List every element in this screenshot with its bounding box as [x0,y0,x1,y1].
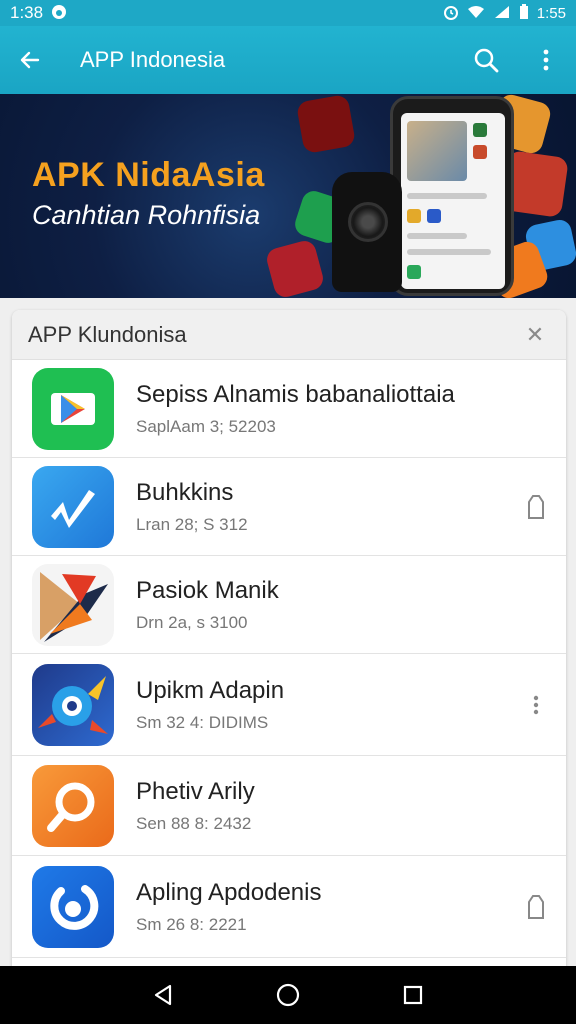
app-name: Sepiss Alnamis babanaliottaia [136,380,455,408]
close-icon[interactable]: ✕ [520,322,550,348]
more-vert-icon[interactable] [506,695,566,715]
banner-app-tile [295,94,357,155]
signal-icon [493,5,511,21]
back-arrow-icon[interactable] [0,26,60,94]
list-item[interactable]: Apling Apdodenis Sm 26 8: 2221 [12,856,566,958]
card-header: APP Klundonisa ✕ [12,310,566,360]
app-meta: Sm 32 4: DIDIMS [136,712,269,732]
app-list-card: APP Klundonisa ✕ Sepiss Alnamis babanali… [12,310,566,990]
list-item[interactable]: Pasiok Manik Drn 2a, s 3100 [12,556,566,654]
banner-phone [390,96,514,296]
app-name: Phetiv Arily [136,777,255,805]
banner-subtitle: Canhtian Rohnfisia [32,200,261,230]
game-icon [32,663,114,746]
app-bar: APP Indonesia [0,26,576,94]
app-name: Apling Apdodenis [136,878,322,906]
list-item[interactable]: Upikm Adapin Sm 32 4: DIDIMS [12,654,566,756]
app-meta: Lran 28; S 312 [136,514,248,534]
nav-back-icon[interactable] [143,975,183,1015]
search-logo-icon [32,764,114,847]
promo-banner[interactable]: APK NidaAsia Canhtian Rohnfisia [0,94,576,298]
banner-app-tile [264,238,326,298]
app-bar-title: APP Indonesia [80,47,226,72]
battery-icon [519,4,529,22]
app-meta: Sen 88 8: 2432 [136,813,252,833]
alarm-icon [443,4,459,22]
list-item[interactable]: Buhkkins Lran 28; S 312 [12,458,566,556]
wifi-icon [467,5,485,21]
list-item[interactable]: Sepiss Alnamis babanaliottaia SaplAam 3;… [12,360,566,458]
card-title: APP Klundonisa [28,321,187,347]
app-meta: Drn 2a, s 3100 [136,612,248,632]
app-name: Pasiok Manik [136,576,279,604]
arrow-logo-icon [32,563,114,646]
app-list: Sepiss Alnamis babanaliottaia SaplAam 3;… [12,360,566,990]
app-name: Upikm Adapin [136,676,285,704]
banner-title: APK NidaAsia [32,156,265,194]
list-item[interactable]: Phetiv Arily Sen 88 8: 2432 [12,756,566,856]
system-nav-bar [0,966,576,1024]
ring-logo-icon [32,865,114,948]
bookmark-icon[interactable] [506,894,566,920]
bookmark-icon[interactable] [506,494,566,520]
status-bar: 1:38 1:55 [0,0,576,26]
music-note-icon [32,465,114,548]
play-store-icon [32,367,114,450]
banner-camera [332,172,402,292]
status-clock: 1:55 [536,4,566,22]
nav-home-icon[interactable] [268,975,308,1015]
more-vert-icon[interactable] [516,26,576,94]
notification-icon [51,4,67,22]
app-meta: SaplAam 3; 52203 [136,416,276,436]
status-time: 1:38 [10,3,44,22]
nav-recents-icon[interactable] [393,975,433,1015]
app-meta: Sm 26 8: 2221 [136,914,247,934]
app-name: Buhkkins [136,478,234,506]
search-icon[interactable] [456,26,516,94]
